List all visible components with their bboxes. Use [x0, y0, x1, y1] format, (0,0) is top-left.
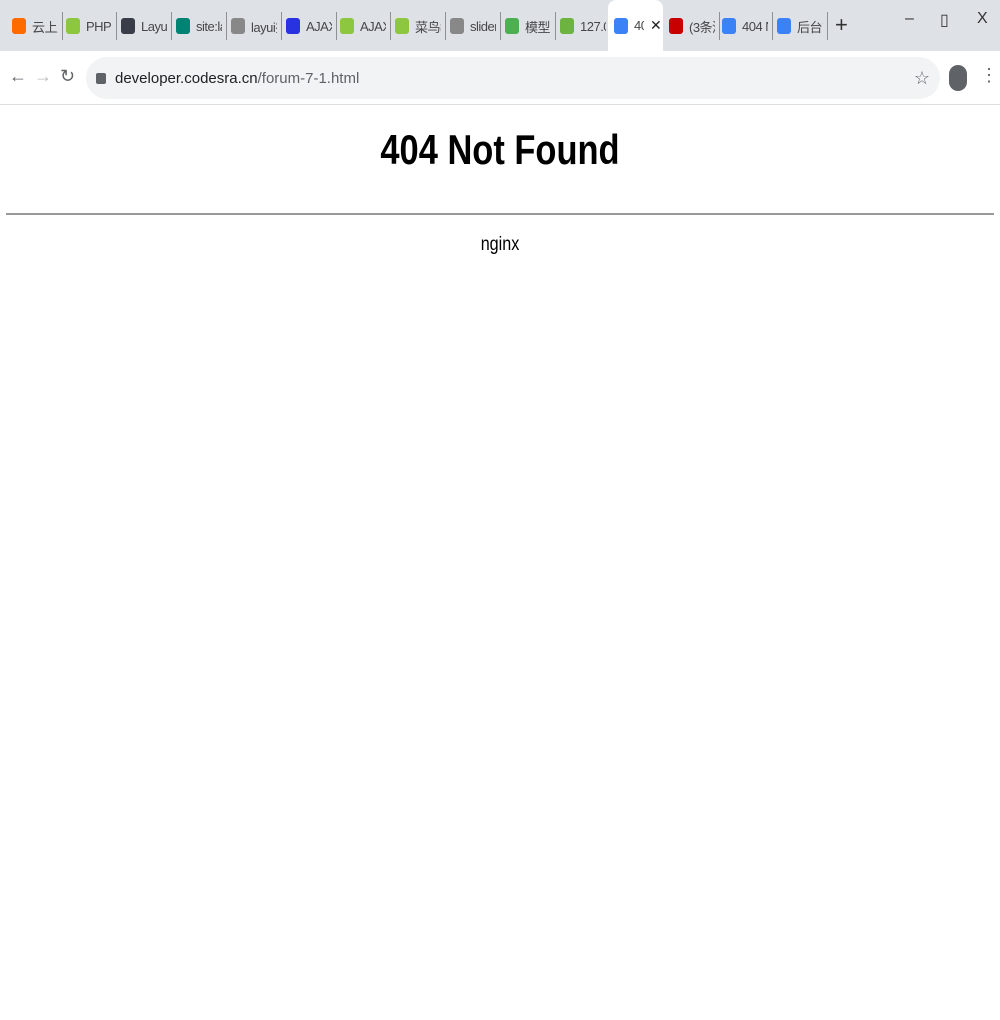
- new-tab-button[interactable]: +: [835, 12, 848, 38]
- tab[interactable]: PHP -: [62, 10, 114, 42]
- tab-label: 模型: [525, 19, 551, 35]
- reload-icon[interactable]: ↻: [60, 66, 75, 87]
- tab[interactable]: 云上之: [8, 10, 60, 42]
- divider: [6, 213, 994, 215]
- csdn-icon: [669, 18, 683, 34]
- tab-label: AJAX: [306, 18, 332, 34]
- tab-label: 菜鸟教: [415, 19, 441, 35]
- aliyun-icon: [12, 18, 26, 34]
- url-host: developer.codesra.cn: [115, 69, 258, 87]
- tab-separator: [827, 12, 828, 40]
- tab[interactable]: slider: [446, 10, 498, 42]
- tab[interactable]: AJAX: [282, 10, 334, 42]
- tab-label: site:la: [196, 18, 222, 34]
- server-name: nginx: [480, 234, 520, 255]
- url-path: /forum-7-1.html: [257, 69, 360, 87]
- paper-plane-icon: [231, 18, 245, 34]
- bookmark-star-icon[interactable]: ☆: [914, 68, 930, 89]
- tab[interactable]: 127.0: [556, 10, 608, 42]
- layui-icon: [121, 18, 135, 34]
- php-icon: [66, 18, 80, 34]
- tab-label: 40: [634, 18, 644, 33]
- tab[interactable]: site:la: [172, 10, 224, 42]
- tab-label: Layui: [141, 18, 167, 34]
- close-tab-icon[interactable]: ✕: [650, 17, 662, 34]
- forward-icon[interactable]: →: [34, 66, 52, 87]
- tab[interactable]: Layui: [117, 10, 169, 42]
- codesra-icon: [722, 18, 736, 34]
- minimize-button[interactable]: –: [905, 10, 914, 28]
- page-title: 404 Not Found: [380, 126, 620, 173]
- tab-label: 404 N: [742, 18, 768, 34]
- baidu-paw-icon: [286, 18, 300, 34]
- tab[interactable]: 菜鸟教: [391, 10, 443, 42]
- tab[interactable]: 模型: [501, 10, 553, 42]
- tab-label: 云上之: [32, 19, 58, 35]
- browser-toolbar: ← → ↻ developer.codesra.cn/forum-7-1.htm…: [0, 51, 1000, 105]
- tab-strip: 云上之 PHP - Layui site:la layui扩 AJAX AJAX 菜鸟教 sli…: [0, 0, 1000, 51]
- tab[interactable]: layui扩: [227, 10, 279, 42]
- profile-avatar[interactable]: [949, 65, 967, 91]
- tab[interactable]: 后台管: [773, 10, 825, 42]
- tab[interactable]: 404 N: [718, 10, 770, 42]
- codesra-icon: [777, 18, 791, 34]
- address-bar[interactable]: developer.codesra.cn/forum-7-1.html ☆: [86, 57, 940, 99]
- back-icon[interactable]: ←: [9, 66, 27, 87]
- restore-button[interactable]: ▯: [940, 10, 949, 30]
- codesra-icon: [614, 17, 628, 34]
- tab-label: 后台管: [797, 19, 823, 35]
- model-icon: [505, 18, 519, 34]
- tab-label: AJAX: [360, 18, 386, 34]
- tab[interactable]: 40 ✕: [608, 0, 663, 51]
- close-window-button[interactable]: X: [977, 10, 988, 28]
- php-icon: [340, 18, 354, 34]
- tab-label: slider: [470, 18, 496, 34]
- tab-label: 127.0: [580, 18, 606, 34]
- tab[interactable]: AJAX: [336, 10, 388, 42]
- lock-icon: [96, 72, 106, 84]
- runoob-icon: [395, 18, 409, 34]
- tab-label: PHP -: [86, 18, 112, 34]
- paper-plane-icon: [450, 18, 464, 34]
- tab-label: (3条消: [689, 19, 715, 35]
- tab-label: layui扩: [251, 19, 277, 35]
- leaf-icon: [560, 18, 574, 34]
- bing-icon: [176, 18, 190, 34]
- tab[interactable]: (3条消: [665, 10, 717, 42]
- menu-icon[interactable]: ⋮: [980, 65, 998, 86]
